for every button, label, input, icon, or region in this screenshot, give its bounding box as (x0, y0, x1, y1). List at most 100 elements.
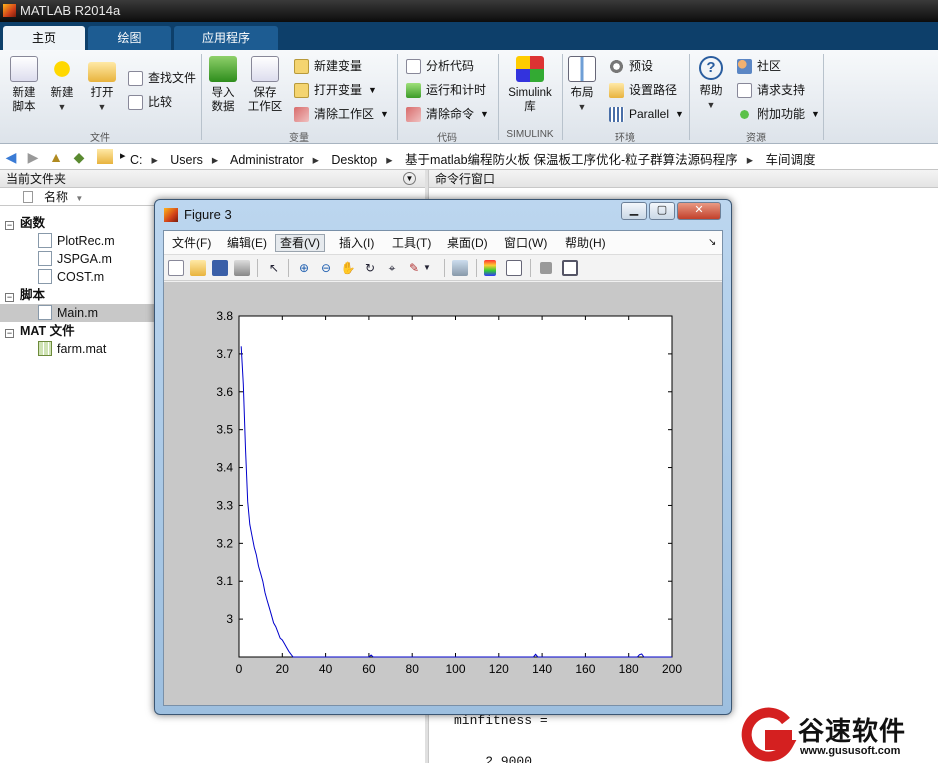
close-button[interactable]: ✕ (677, 202, 721, 220)
help-dropdown-arrow-icon: ▼ (706, 100, 716, 110)
collapse-icon[interactable]: − (5, 329, 14, 338)
figure-matlab-icon (164, 208, 178, 222)
figure-toolbar: ↖ ⊕ ⊖ ✋ ↻ ⌖ ✎ ▼ (164, 255, 722, 281)
y-tick-label: 3.3 (216, 498, 233, 512)
new-variable-button[interactable]: 新建变量 (294, 56, 362, 76)
watermark-brand: 谷速软件 (798, 716, 907, 746)
x-tick-label: 140 (532, 662, 552, 676)
menu-dock-arrow-icon[interactable]: ↘ (708, 237, 716, 248)
help-button[interactable]: ? 帮助 ▼ (687, 56, 735, 112)
x-tick-label: 120 (489, 662, 509, 676)
m-file-icon (38, 305, 52, 320)
crumb-project-folder[interactable]: 基于matlab编程防火板 保温板工序优化-粒子群算法源码程序 (405, 153, 738, 167)
clear-commands-button[interactable]: 清除命令 ▼ (406, 104, 489, 124)
plot-axes[interactable] (238, 315, 673, 658)
edit-plot-pointer-icon[interactable]: ↖ (266, 260, 282, 276)
crumb-scheduling-folder[interactable]: 车间调度 (765, 153, 815, 167)
address-bar: ◀ ▶ ▲ ◆ ▸ C: ▸ Users ▸ Administrator ▸ Desk… (0, 144, 938, 170)
menu-tools[interactable]: 工具(T) (388, 234, 435, 252)
forward-arrow-icon[interactable]: ▶ (24, 148, 42, 166)
parallel-arrow-icon: ▼ (675, 109, 684, 119)
hide-plot-tools-icon[interactable] (540, 262, 552, 274)
crumb-desktop[interactable]: Desktop (331, 153, 377, 167)
colorbar-icon[interactable] (484, 260, 496, 276)
rotate-3d-icon[interactable]: ↻ (362, 260, 378, 276)
brush-icon[interactable]: ✎ (406, 260, 422, 276)
group-label-file: 文件 (90, 133, 110, 144)
new-figure-icon[interactable] (168, 260, 184, 276)
menu-edit[interactable]: 编辑(E) (223, 234, 271, 252)
open-button[interactable]: 打开 ▼ (78, 56, 126, 114)
data-cursor-icon[interactable]: ⌖ (384, 260, 400, 276)
x-tick-label: 0 (236, 662, 243, 676)
menu-help[interactable]: 帮助(H) (561, 234, 610, 252)
add-ons-plus-icon (737, 106, 752, 122)
compare-button[interactable]: 比较 (128, 92, 172, 112)
tab-home[interactable]: 主页 (3, 26, 85, 50)
crumb-drive[interactable]: C: (130, 153, 143, 167)
show-plot-tools-icon[interactable] (562, 260, 578, 276)
analyze-code-button[interactable]: 分析代码 (406, 56, 474, 76)
y-tick-label: 3.7 (216, 347, 233, 361)
tab-plots[interactable]: 绘图 (88, 26, 171, 50)
collapse-icon[interactable]: − (5, 293, 14, 302)
request-support-icon (737, 82, 752, 98)
maximize-button[interactable]: ▢ (649, 202, 675, 220)
menu-window[interactable]: 窗口(W) (500, 234, 551, 252)
menu-desktop[interactable]: 桌面(D) (443, 234, 492, 252)
crumb-arrow-icon: ▸ (386, 153, 393, 167)
layout-button[interactable]: 布局 ▼ (558, 56, 606, 114)
menu-insert[interactable]: 插入(I) (335, 234, 378, 252)
browse-folder-icon[interactable]: ◆ (70, 148, 88, 166)
root-arrow-icon[interactable]: ▸ (120, 149, 126, 162)
clear-commands-icon (406, 106, 421, 122)
save-figure-icon[interactable] (212, 260, 228, 276)
pan-hand-icon[interactable]: ✋ (340, 260, 356, 276)
toolbar-separator (288, 259, 289, 277)
run-and-time-button[interactable]: 运行和计时 (406, 80, 486, 100)
minimize-button[interactable]: ▁ (621, 202, 647, 220)
group-label-simulink: SIMULINK (506, 129, 554, 140)
find-files-button[interactable]: 查找文件 (128, 68, 196, 88)
zoom-in-icon[interactable]: ⊕ (296, 260, 312, 276)
link-plot-icon[interactable] (452, 260, 468, 276)
crumb-administrator[interactable]: Administrator (230, 153, 304, 167)
analyze-code-icon (406, 58, 421, 74)
preferences-button[interactable]: 预设 (609, 56, 653, 76)
clear-workspace-button[interactable]: 清除工作区 ▼ (294, 104, 389, 124)
set-path-button[interactable]: 设置路径 (609, 80, 677, 100)
figure-window: Figure 3 ▁ ▢ ✕ 文件(F) 编辑(E) 查看(V) 插入(I) 工… (154, 199, 732, 715)
layout-dropdown-arrow-icon: ▼ (577, 102, 587, 112)
menu-file[interactable]: 文件(F) (168, 234, 215, 252)
brush-dropdown-arrow-icon[interactable]: ▼ (422, 260, 432, 276)
legend-icon[interactable] (506, 260, 522, 276)
open-file-icon[interactable] (190, 260, 206, 276)
panel-actions-icon[interactable]: ▼ (403, 172, 416, 185)
add-ons-button[interactable]: 附加功能 ▼ (737, 104, 820, 124)
parallel-button[interactable]: Parallel ▼ (609, 104, 684, 124)
import-data-button[interactable]: 导入 数据 (199, 56, 247, 114)
collapse-icon[interactable]: − (5, 221, 14, 230)
request-support-button[interactable]: 请求支持 (737, 80, 805, 100)
open-variable-button[interactable]: 打开变量 ▼ (294, 80, 377, 100)
m-file-icon (38, 269, 52, 284)
back-arrow-icon[interactable]: ◀ (2, 148, 20, 166)
tab-apps[interactable]: 应用程序 (174, 26, 278, 50)
up-folder-icon[interactable]: ▲ (47, 148, 65, 166)
compare-icon (128, 94, 143, 110)
open-variable-arrow-icon: ▼ (368, 85, 377, 95)
x-tick-label: 160 (575, 662, 595, 676)
community-button[interactable]: 社区 (737, 56, 781, 76)
zoom-out-icon[interactable]: ⊖ (318, 260, 334, 276)
menu-view[interactable]: 查看(V) (275, 234, 325, 252)
simulink-library-button[interactable]: Simulink 库 (504, 56, 556, 114)
crumb-users[interactable]: Users (170, 153, 203, 167)
community-icon (737, 58, 752, 74)
y-tick-label: 3.4 (216, 461, 233, 475)
group-label-resources: 资源 (746, 133, 766, 144)
y-tick-label: 3.1 (216, 574, 233, 588)
app-title-bar: MATLAB R2014a (0, 0, 938, 22)
print-figure-icon[interactable] (234, 260, 250, 276)
watermark-g-icon (741, 707, 797, 762)
save-workspace-button[interactable]: 保存 工作区 (241, 56, 289, 114)
